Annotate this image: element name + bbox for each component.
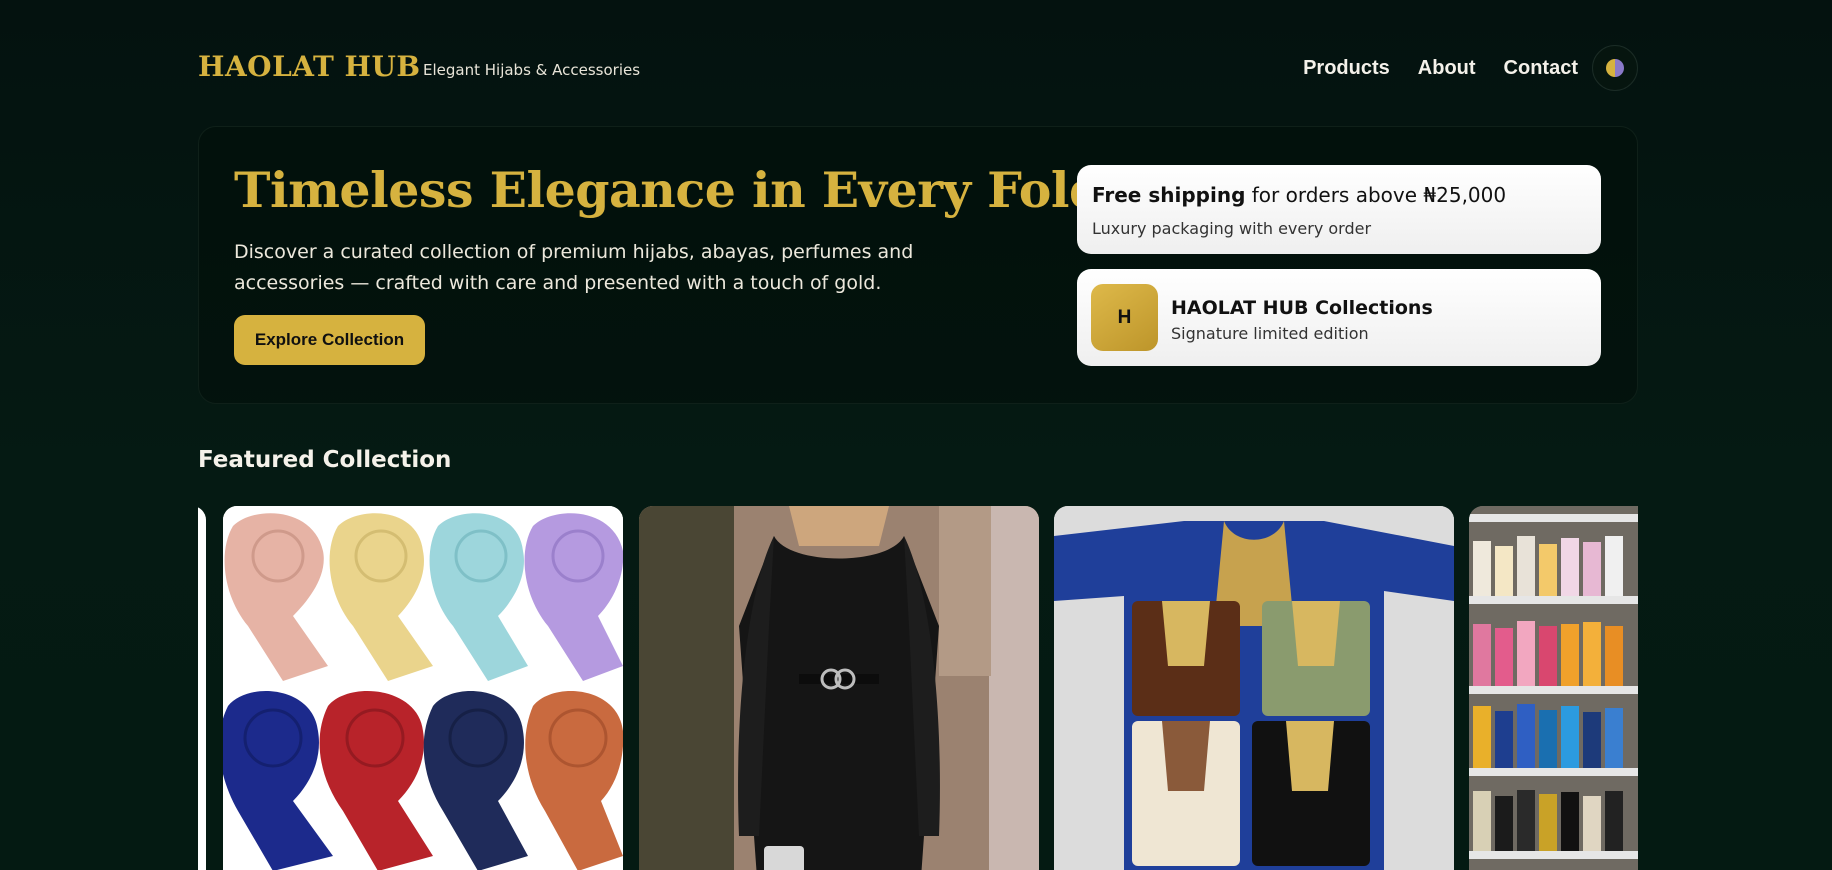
product-card[interactable] <box>1054 506 1454 870</box>
shipping-rest-text: for orders above ₦25,000 <box>1245 183 1507 207</box>
main-nav: Products About Contact <box>1275 44 1638 92</box>
collection-card[interactable]: H HAOLAT HUB Collections Signature limit… <box>1077 269 1601 366</box>
shipping-info-card: Free shipping for orders above ₦25,000 L… <box>1077 165 1601 254</box>
collection-subtitle: Signature limited edition <box>1171 324 1369 343</box>
hero-title: Timeless Elegance in Every Fold <box>234 161 1103 219</box>
black-abaya-model-photo <box>639 506 1039 870</box>
nav-link-about[interactable]: About <box>1418 57 1476 80</box>
product-card[interactable] <box>639 506 1039 870</box>
shipping-note: Luxury packaging with every order <box>1092 219 1372 238</box>
site-header: HAOLAT HUB Elegant Hijabs & Accessories … <box>198 44 1638 96</box>
product-card[interactable] <box>1469 506 1638 870</box>
explore-collection-button[interactable]: Explore Collection <box>234 315 425 365</box>
shipping-headline: Free shipping for orders above ₦25,000 <box>1092 183 1506 207</box>
hero-section: Timeless Elegance in Every Fold Discover… <box>198 126 1638 404</box>
nav-link-products[interactable]: Products <box>1303 57 1390 80</box>
theme-toggle-button[interactable] <box>1592 45 1638 91</box>
shipping-strong-text: Free shipping <box>1092 183 1246 207</box>
store-shelves-products-photo <box>1469 506 1638 870</box>
featured-carousel[interactable] <box>198 506 1638 870</box>
nav-link-contact[interactable]: Contact <box>1504 57 1578 80</box>
featured-section-title: Featured Collection <box>198 447 452 473</box>
brand-tagline: Elegant Hijabs & Accessories <box>423 61 641 79</box>
half-circle-theme-icon <box>1606 59 1624 77</box>
colorful-rolled-hijabs-photo <box>223 506 623 870</box>
embroidered-kaftans-photo <box>1054 506 1454 870</box>
brand-logo[interactable]: HAOLAT HUB <box>198 50 421 83</box>
product-card[interactable] <box>223 506 623 870</box>
product-card[interactable] <box>198 506 206 870</box>
hero-subtitle: Discover a curated collection of premium… <box>234 241 914 294</box>
collection-logo-badge: H <box>1091 284 1158 351</box>
collection-title: HAOLAT HUB Collections <box>1171 297 1433 319</box>
